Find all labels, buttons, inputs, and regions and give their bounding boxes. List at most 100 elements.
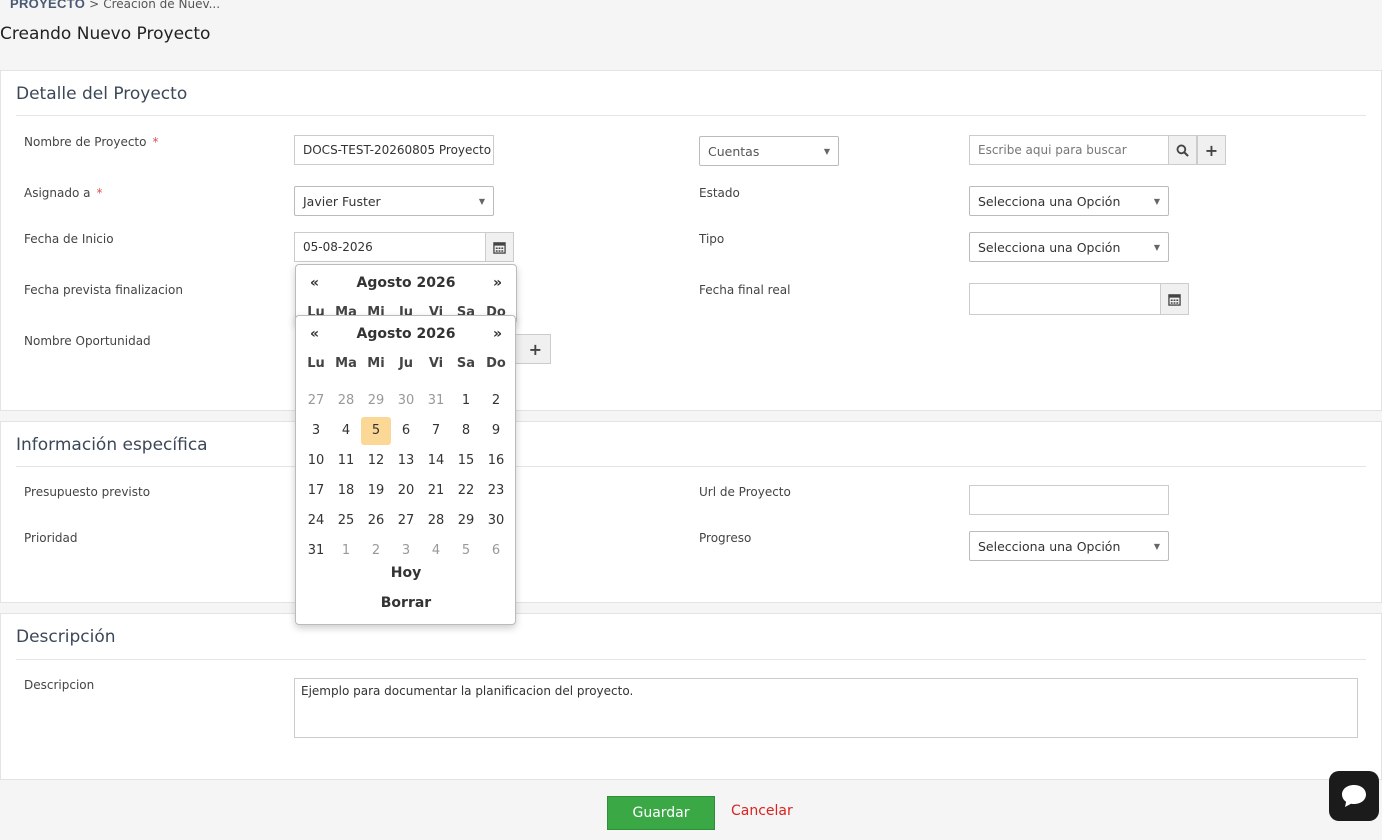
calendar-day[interactable]: 11 xyxy=(331,446,361,476)
calendar-day[interactable]: 23 xyxy=(481,476,511,506)
calendar-day[interactable]: 30 xyxy=(481,506,511,536)
calendar-day[interactable]: 22 xyxy=(451,476,481,506)
calendar-day[interactable]: 21 xyxy=(421,476,451,506)
progress-select[interactable]: Selecciona una Opción ▼ xyxy=(969,531,1169,561)
calendar-day[interactable]: 28 xyxy=(331,386,361,416)
calendar-day[interactable]: 2 xyxy=(481,386,511,416)
calendar-day[interactable]: 20 xyxy=(391,476,421,506)
chat-bubble-icon xyxy=(1342,785,1366,807)
required-mark: * xyxy=(152,135,159,149)
calendar-day[interactable]: 18 xyxy=(331,476,361,506)
calendar-day[interactable]: 27 xyxy=(391,506,421,536)
calendar-day[interactable]: 14 xyxy=(421,446,451,476)
calendar-day[interactable]: 6 xyxy=(391,416,421,446)
calendar-day[interactable]: 12 xyxy=(361,446,391,476)
calendar-day[interactable]: 19 xyxy=(361,476,391,506)
calendar-day[interactable]: 25 xyxy=(331,506,361,536)
calendar-week-row: 24 25 26 27 28 29 30 xyxy=(296,506,516,536)
tipo-value: Selecciona una Opción xyxy=(978,239,1121,255)
calendar-day[interactable]: 8 xyxy=(451,416,481,446)
calendar-day[interactable]: 16 xyxy=(481,446,511,476)
calendar-day[interactable]: 1 xyxy=(331,536,361,566)
breadcrumb: PROYECTO > Creación de Nuev... xyxy=(10,0,220,11)
account-type-select[interactable]: Cuentas ▼ xyxy=(699,136,839,166)
weekday: Vi xyxy=(428,356,444,371)
assigned-value: Javier Fuster xyxy=(303,193,381,209)
detail-section-title: Detalle del Proyecto xyxy=(16,84,188,104)
tipo-label: Tipo xyxy=(699,232,725,246)
calendar-week-row: 3456789 xyxy=(296,416,516,446)
calendar-day[interactable]: 27 xyxy=(301,386,331,416)
breadcrumb-root[interactable]: PROYECTO xyxy=(10,0,85,11)
description-label: Descripcion xyxy=(24,678,95,692)
chevron-down-icon: ▼ xyxy=(1153,196,1160,206)
progress-label: Progreso xyxy=(699,531,752,545)
assigned-select[interactable]: Javier Fuster ▼ xyxy=(294,186,494,216)
end-real-date-input[interactable] xyxy=(969,283,1161,315)
estado-value: Selecciona una Opción xyxy=(978,193,1121,209)
month-title[interactable]: Agosto 2026 xyxy=(296,326,516,342)
calendar-day[interactable]: 31 xyxy=(421,386,451,416)
estado-label: Estado xyxy=(699,186,740,200)
calendar-week-row: 10 11 12 13 14 15 16 xyxy=(296,446,516,476)
description-textarea[interactable]: Ejemplo para documentar la planificacion… xyxy=(294,678,1358,738)
month-title[interactable]: Agosto 2026 xyxy=(296,275,516,291)
calendar-day[interactable]: 3 xyxy=(391,536,421,566)
plus-icon: + xyxy=(1204,140,1219,160)
end-planned-label: Fecha prevista finalizacion xyxy=(24,283,183,297)
calendar-day[interactable]: 1 xyxy=(451,386,481,416)
today-button[interactable]: Hoy xyxy=(296,565,516,581)
estado-select[interactable]: Selecciona una Opción ▼ xyxy=(969,186,1169,216)
weekday: Ju xyxy=(398,356,414,371)
calendar-day[interactable]: 29 xyxy=(361,386,391,416)
plus-icon: + xyxy=(528,339,542,359)
calendar-week-row: 27 28 29 30 31 1 2 xyxy=(296,386,516,416)
clear-button[interactable]: Borrar xyxy=(296,595,516,611)
progress-value: Selecciona una Opción xyxy=(978,538,1121,554)
start-date-input[interactable]: 05-08-2026 xyxy=(294,232,486,262)
calendar-day[interactable]: 6 xyxy=(481,536,511,566)
budget-label: Presupuesto previsto xyxy=(24,485,151,499)
calendar-day[interactable]: 17 xyxy=(301,476,331,506)
calendar-day[interactable]: 9 xyxy=(481,416,511,446)
account-search-input[interactable]: Escribe aqui para buscar xyxy=(969,135,1169,165)
calendar-day[interactable]: 2 xyxy=(361,536,391,566)
start-date-calendar-button[interactable] xyxy=(485,232,514,262)
weekday: Lu xyxy=(307,356,325,371)
calendar-week-row: 17 18 19 20 21 22 23 xyxy=(296,476,516,506)
calendar-day[interactable]: 4 xyxy=(421,536,451,566)
calendar-icon xyxy=(493,241,506,254)
calendar-day[interactable]: 24 xyxy=(301,506,331,536)
add-account-button[interactable]: + xyxy=(1197,135,1226,165)
next-month-button[interactable]: » xyxy=(493,275,502,291)
end-real-label: Fecha final real xyxy=(699,283,791,297)
calendar-day[interactable]: 29 xyxy=(451,506,481,536)
url-input[interactable] xyxy=(969,485,1169,515)
end-real-calendar-button[interactable] xyxy=(1160,283,1189,315)
chat-widget-button[interactable] xyxy=(1329,771,1379,821)
calendar-day[interactable]: 3 xyxy=(301,416,331,446)
calendar-day[interactable]: 31 xyxy=(301,536,331,566)
calendar-day[interactable]: 26 xyxy=(361,506,391,536)
calendar-day[interactable]: 7 xyxy=(421,416,451,446)
calendar-day[interactable]: 5 xyxy=(451,536,481,566)
calendar-day[interactable]: 13 xyxy=(391,446,421,476)
calendar-day-selected[interactable]: 5 xyxy=(361,417,391,445)
tipo-select[interactable]: Selecciona una Opción ▼ xyxy=(969,232,1169,262)
project-name-input[interactable]: DOCS-TEST-20260805 Proyecto I xyxy=(294,135,494,165)
weekday: Mi xyxy=(367,356,385,371)
calendar-day[interactable]: 4 xyxy=(331,416,361,446)
calendar-day[interactable]: 30 xyxy=(391,386,421,416)
calendar-week-row: 31 1 2 3 4 5 6 xyxy=(296,536,516,566)
next-month-button[interactable]: » xyxy=(493,326,502,342)
search-button[interactable] xyxy=(1168,135,1197,165)
calendar-day[interactable]: 10 xyxy=(301,446,331,476)
calendar-icon xyxy=(1168,293,1181,306)
cancel-link[interactable]: Cancelar xyxy=(731,803,793,819)
project-name-label-text: Nombre de Proyecto xyxy=(24,135,147,149)
weekday: Ma xyxy=(335,356,357,371)
calendar-day[interactable]: 28 xyxy=(421,506,451,536)
save-button[interactable]: Guardar xyxy=(607,796,715,830)
breadcrumb-current: Creación de Nuev... xyxy=(103,0,221,11)
calendar-day[interactable]: 15 xyxy=(451,446,481,476)
